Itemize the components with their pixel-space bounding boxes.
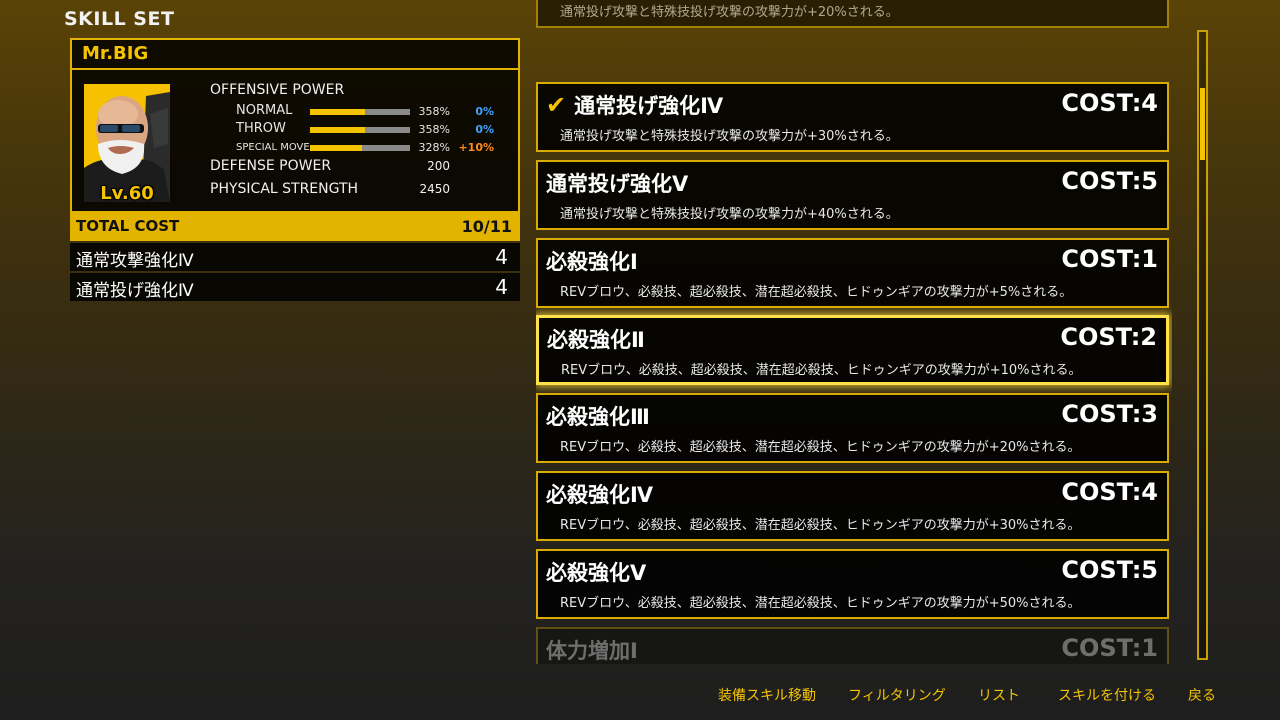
stat-bonus: 0% [475, 123, 494, 136]
equipped-skill-row[interactable]: 通常攻撃強化Ⅳ 4 [70, 243, 520, 271]
skill-cost: COST:5 [1061, 167, 1158, 195]
scrollbar[interactable] [1197, 30, 1208, 660]
skill-cost: COST:2 [1060, 323, 1157, 351]
stats-block: OFFENSIVE POWER NORMAL 358% 0% THROW 358… [210, 82, 510, 202]
hint-filtering[interactable]: フィルタリング [848, 685, 946, 705]
skill-description: 通常投げ攻撃と特殊技投げ攻撃の攻撃力が+20%される。 [560, 5, 899, 20]
total-cost-value: 10/11 [461, 217, 512, 236]
stat-value: 328% [418, 141, 450, 154]
skill-cost: COST:3 [1061, 400, 1158, 428]
stat-bar-fill [310, 109, 365, 115]
stat-label: SPECIAL MOVE [236, 142, 310, 153]
skill-name: 体力増加Ⅰ [546, 639, 638, 663]
skill-name: 必殺強化Ⅰ [546, 250, 638, 274]
skill-card[interactable]: 必殺強化Ⅲ COST:3 REVブロウ、必殺技、超必殺技、潜在超必殺技、ヒドゥン… [536, 393, 1169, 463]
skill-cost: COST:5 [1061, 556, 1158, 584]
equipped-skill-cost: 4 [495, 275, 508, 299]
hint-move-equipped-skill[interactable]: 装備スキル移動 [718, 685, 816, 705]
skill-cost: COST:4 [1061, 478, 1158, 506]
stat-label: NORMAL [236, 103, 293, 118]
total-cost-bar: TOTAL COST 10/11 [70, 212, 520, 241]
screen-title: SKILL SET [64, 8, 175, 30]
offensive-power-label: OFFENSIVE POWER [210, 82, 345, 98]
defense-power-row: DEFENSE POWER 200 [210, 156, 510, 179]
skill-name: 通常投げ強化Ⅳ [574, 94, 724, 118]
stat-row-special-move: SPECIAL MOVE 328% +10% [210, 138, 510, 156]
character-portrait: Lv.60 [84, 84, 170, 202]
skill-name: 通常投げ強化Ⅴ [546, 172, 689, 196]
skill-list: 通常投げ攻撃と特殊技投げ攻撃の攻撃力が+20%される。 ✔ 通常投げ強化Ⅳ COS… [536, 0, 1172, 664]
skill-card[interactable]: 通常投げ強化Ⅴ COST:5 通常投げ攻撃と特殊技投げ攻撃の攻撃力が+40%され… [536, 160, 1169, 230]
skill-description: REVブロウ、必殺技、超必殺技、潜在超必殺技、ヒドゥンギアの攻撃力が+30%され… [560, 518, 1081, 533]
character-level: Lv.60 [100, 183, 154, 202]
skill-name: 必殺強化Ⅲ [546, 405, 650, 429]
physical-strength-value: 2450 [419, 182, 450, 196]
stat-bar [310, 145, 410, 151]
equipped-skills: 通常攻撃強化Ⅳ 4 通常投げ強化Ⅳ 4 [70, 243, 520, 303]
button-hints: 装備スキル移動 フィルタリング リスト スキルを付ける 戻る [0, 685, 1280, 707]
skill-name: 必殺強化Ⅳ [546, 483, 654, 507]
hint-equip-skill[interactable]: スキルを付ける [1058, 685, 1156, 705]
physical-strength-label: PHYSICAL STRENGTH [210, 181, 359, 197]
skill-description: REVブロウ、必殺技、超必殺技、潜在超必殺技、ヒドゥンギアの攻撃力が+5%される… [560, 285, 1073, 300]
stat-row-throw: THROW 358% 0% [210, 120, 510, 138]
skill-card[interactable]: 必殺強化Ⅳ COST:4 REVブロウ、必殺技、超必殺技、潜在超必殺技、ヒドゥン… [536, 471, 1169, 541]
equipped-skill-cost: 4 [495, 245, 508, 269]
skill-card[interactable]: 通常投げ攻撃と特殊技投げ攻撃の攻撃力が+20%される。 [536, 0, 1169, 28]
equipped-check-icon: ✔ [546, 91, 567, 119]
skill-description: 通常投げ攻撃と特殊技投げ攻撃の攻撃力が+40%される。 [560, 207, 899, 222]
skill-card-selected[interactable]: 必殺強化Ⅱ COST:2 REVブロウ、必殺技、超必殺技、潜在超必殺技、ヒドゥン… [536, 315, 1169, 385]
scrollbar-thumb[interactable] [1200, 88, 1205, 160]
skill-card[interactable]: 必殺強化Ⅴ COST:5 REVブロウ、必殺技、超必殺技、潜在超必殺技、ヒドゥン… [536, 549, 1169, 619]
stat-bar [310, 127, 410, 133]
stat-bar [310, 109, 410, 115]
hint-list[interactable]: リスト [978, 685, 1020, 705]
stat-bar-fill [310, 145, 362, 151]
hint-back[interactable]: 戻る [1188, 685, 1216, 705]
character-name: Mr.BIG [72, 40, 518, 70]
skill-name: 必殺強化Ⅴ [546, 561, 647, 585]
stat-value: 358% [418, 123, 450, 136]
total-cost-label: TOTAL COST [76, 217, 180, 235]
stat-bar-fill [310, 127, 365, 133]
skill-cost: COST:4 [1061, 89, 1158, 117]
stat-bonus: +10% [458, 141, 494, 154]
character-panel: Mr.BIG Lv.60 OFFENSIVE POWER NORMAL 358%… [70, 38, 520, 213]
skill-description: REVブロウ、必殺技、超必殺技、潜在超必殺技、ヒドゥンギアの攻撃力が+20%され… [560, 440, 1081, 455]
skill-cost: COST:1 [1061, 245, 1158, 273]
equipped-skill-row[interactable]: 通常投げ強化Ⅳ 4 [70, 273, 520, 301]
stat-bonus: 0% [475, 105, 494, 118]
skill-card[interactable]: 必殺強化Ⅰ COST:1 REVブロウ、必殺技、超必殺技、潜在超必殺技、ヒドゥン… [536, 238, 1169, 308]
skill-card[interactable]: ✔ 通常投げ強化Ⅳ COST:4 通常投げ攻撃と特殊技投げ攻撃の攻撃力が+30%さ… [536, 82, 1169, 152]
skill-description: 通常投げ攻撃と特殊技投げ攻撃の攻撃力が+30%される。 [560, 129, 899, 144]
skill-description: REVブロウ、必殺技、超必殺技、潜在超必殺技、ヒドゥンギアの攻撃力が+10%され… [561, 363, 1082, 378]
physical-strength-row: PHYSICAL STRENGTH 2450 [210, 179, 510, 202]
skill-card[interactable]: 体力増加Ⅰ COST:1 [536, 627, 1169, 664]
stat-label: THROW [236, 121, 286, 136]
skill-description: REVブロウ、必殺技、超必殺技、潜在超必殺技、ヒドゥンギアの攻撃力が+50%され… [560, 596, 1081, 611]
stat-value: 358% [418, 105, 450, 118]
defense-power-label: DEFENSE POWER [210, 158, 332, 174]
skill-name: 必殺強化Ⅱ [547, 328, 645, 352]
defense-power-value: 200 [427, 159, 450, 173]
skill-cost: COST:1 [1061, 634, 1158, 662]
equipped-skill-name: 通常投げ強化Ⅳ [76, 281, 194, 301]
stat-row-normal: NORMAL 358% 0% [210, 102, 510, 120]
equipped-skill-name: 通常攻撃強化Ⅳ [76, 251, 194, 271]
